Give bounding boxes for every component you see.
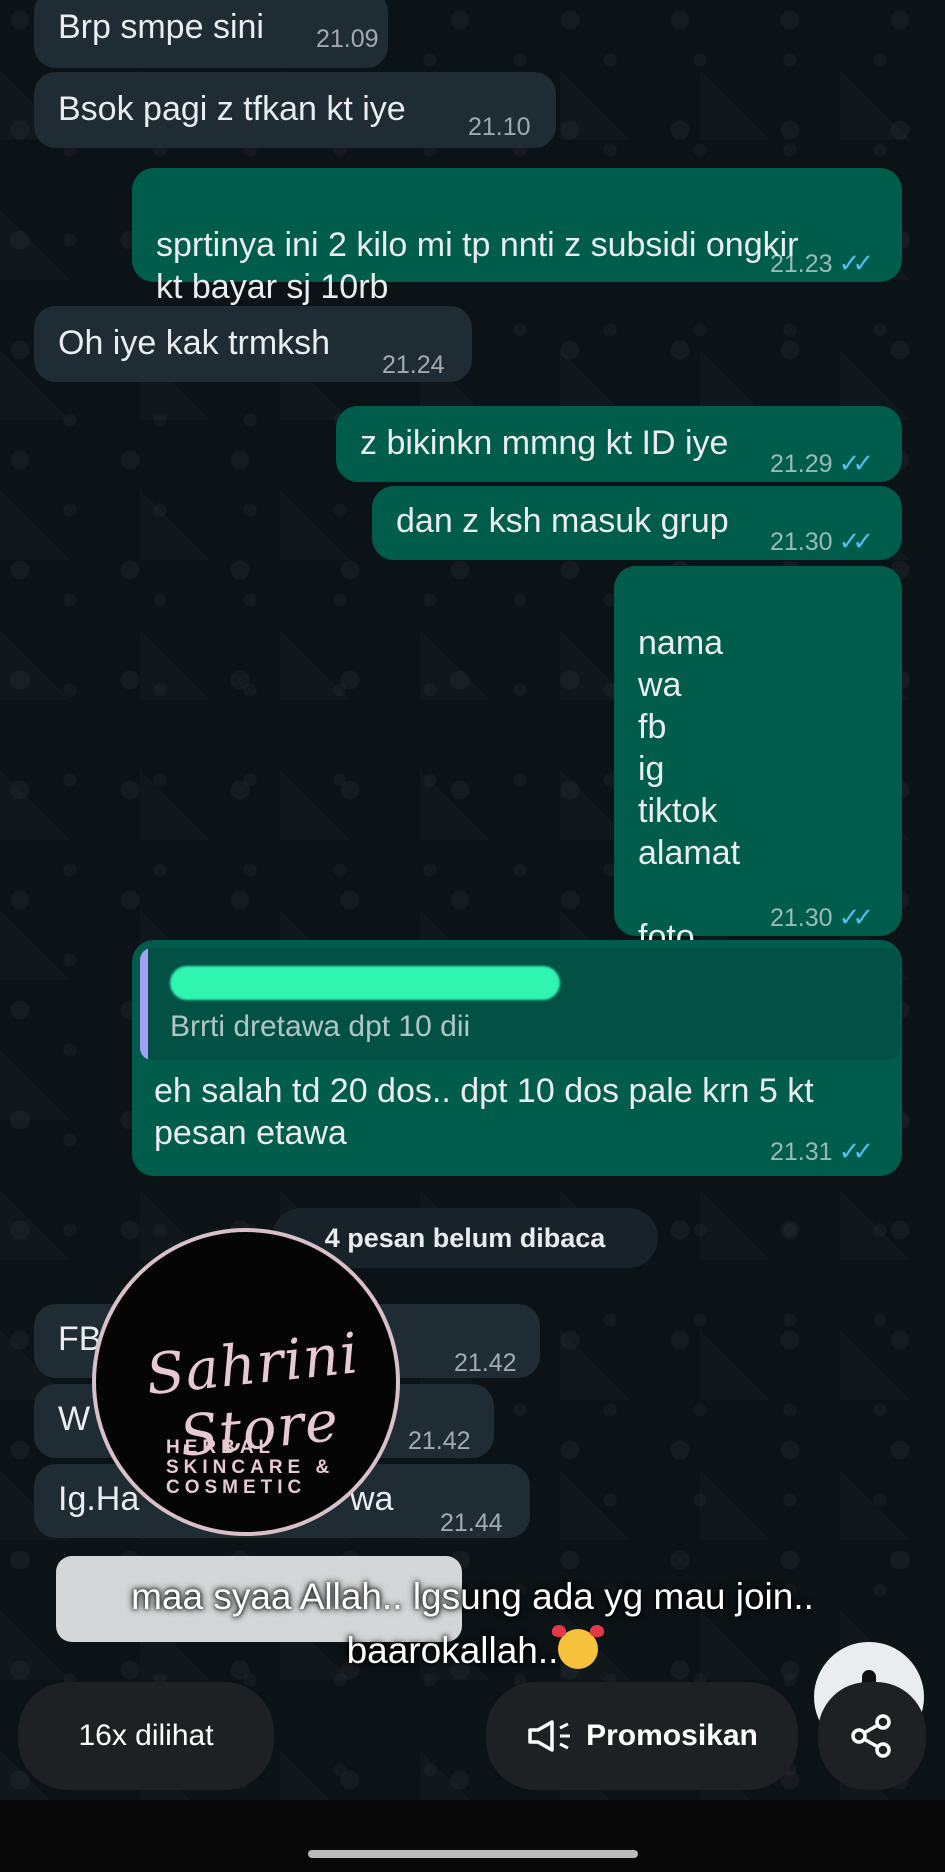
caption-line-1: maa syaa Allah.. lgsung ada yg mau join.…	[131, 1576, 814, 1617]
message-incoming[interactable]: Bsok pagi z tfkan kt iye 21.10	[34, 72, 556, 148]
message-outgoing[interactable]: sprtinya ini 2 kilo mi tp nnti z subsidi…	[132, 168, 902, 306]
message-incoming[interactable]: Oh iye kak trmksh 21.24	[34, 306, 472, 382]
megaphone-icon	[528, 1720, 571, 1752]
double-check-icon: ✓✓	[838, 902, 874, 932]
quote-bar	[140, 948, 148, 1060]
message-status: 21.30 ✓✓	[770, 896, 874, 939]
message-outgoing[interactable]: nama wa fb ig tiktok alamat foto 21.30 ✓✓	[614, 566, 902, 956]
caption-line-2: baarokallah..	[346, 1630, 559, 1671]
views-label: 16x dilihat	[78, 1719, 214, 1752]
message-time: 21.30	[770, 528, 833, 556]
quoted-message[interactable]: Brrti dretawa dpt 10 dii	[140, 948, 900, 1060]
store-logo-sticker: Sahrini Store HERBAL SKINCARE & COSMETIC	[92, 1228, 400, 1536]
gesture-handle[interactable]	[308, 1850, 638, 1858]
message-text: eh salah td 20 dos.. dpt 10 dos pale krn…	[154, 1072, 814, 1152]
message-time: 21.31	[770, 1138, 833, 1166]
quoted-text: Brrti dretawa dpt 10 dii	[170, 1010, 471, 1043]
message-status: 21.29 ✓✓	[770, 442, 874, 485]
share-icon	[851, 1714, 891, 1758]
double-check-icon: ✓✓	[838, 526, 874, 556]
smiling-face-with-hearts-icon	[552, 1625, 605, 1669]
message-time: 21.30	[770, 904, 833, 932]
double-check-icon: ✓✓	[838, 448, 874, 478]
message-incoming[interactable]: Brp smpe sini 21.09	[34, 0, 388, 68]
promote-label: Promosikan	[586, 1719, 758, 1752]
message-text: Ig.Ha	[58, 1480, 140, 1518]
double-check-icon: ✓✓	[838, 1136, 874, 1166]
logo-tagline: HERBAL SKINCARE & COSMETIC	[166, 1437, 335, 1498]
message-status: 21.31 ✓✓	[770, 1136, 874, 1167]
status-caption: maa syaa Allah.. lgsung ada yg mau join.…	[0, 1570, 945, 1678]
message-time: 21.42	[454, 1349, 517, 1377]
message-text: nama wa fb ig tiktok alamat foto	[638, 624, 741, 956]
promote-button[interactable]: Promosikan	[486, 1682, 798, 1790]
message-time: 21.10	[468, 113, 531, 141]
message-text: dan z ksh masuk grup	[396, 502, 729, 540]
message-text: Oh iye kak trmksh	[58, 324, 331, 362]
system-nav-bar	[0, 1800, 945, 1872]
message-text: z bikinkn mmng kt ID iye	[360, 424, 729, 462]
message-text: Brp smpe sini	[58, 8, 264, 46]
redaction-mark	[170, 966, 560, 1000]
message-outgoing[interactable]: dan z ksh masuk grup 21.30 ✓✓	[372, 486, 902, 560]
message-status: 21.23 ✓✓	[770, 242, 874, 285]
message-time: 21.44	[440, 1509, 503, 1537]
views-button[interactable]: 16x dilihat	[18, 1682, 274, 1790]
message-time: 21.23	[770, 250, 833, 278]
double-check-icon: ✓✓	[838, 248, 874, 278]
message-time: 21.24	[382, 351, 445, 379]
message-status: 21.30 ✓✓	[770, 520, 874, 563]
message-time: 21.09	[316, 25, 379, 53]
message-text: Bsok pagi z tfkan kt iye	[58, 90, 406, 128]
share-button[interactable]	[818, 1682, 926, 1790]
status-bottom-bar: 16x dilihat Promosikan	[0, 1680, 945, 1800]
message-time: 21.29	[770, 450, 833, 478]
message-outgoing[interactable]: z bikinkn mmng kt ID iye 21.29 ✓✓	[336, 406, 902, 482]
